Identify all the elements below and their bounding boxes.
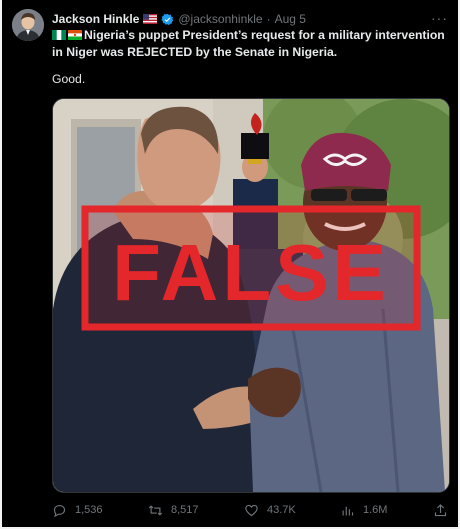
reply-button[interactable]: 1,536 xyxy=(52,503,148,518)
retweet-button[interactable]: 8,517 xyxy=(148,503,244,518)
reply-count: 1,536 xyxy=(75,504,103,516)
views-button[interactable]: 1.6M xyxy=(340,503,426,518)
retweet-icon xyxy=(148,504,163,516)
like-count: 43.7K xyxy=(267,504,296,516)
tweet-main-text: Nigeria’s puppet President’s request for… xyxy=(52,28,445,59)
niger-flag-icon xyxy=(68,30,82,40)
author-handle[interactable]: @jacksonhinkle xyxy=(178,12,262,26)
reply-icon xyxy=(53,504,66,517)
us-flag-icon xyxy=(143,14,158,24)
more-icon[interactable]: ··· xyxy=(431,10,448,26)
verified-badge-icon xyxy=(161,13,174,25)
tweet-image[interactable]: FALSE xyxy=(52,98,450,493)
views-icon xyxy=(342,506,354,515)
heart-icon xyxy=(245,504,258,516)
tweet-text: Nigeria’s puppet President’s request for… xyxy=(52,27,452,61)
share-button[interactable] xyxy=(433,503,448,518)
false-stamp-text: FALSE xyxy=(112,228,390,317)
views-count: 1.6M xyxy=(363,504,388,516)
tweet-comment: Good. xyxy=(52,72,86,86)
nigeria-flag-icon xyxy=(52,30,66,40)
tweet-card[interactable]: Jackson Hinkle @jacksonhinkle · Aug 5 ··… xyxy=(2,0,458,527)
share-icon xyxy=(434,503,447,516)
separator-dot: · xyxy=(266,12,271,26)
tweet-date[interactable]: Aug 5 xyxy=(275,12,306,26)
like-button[interactable]: 43.7K xyxy=(244,503,340,518)
author-name[interactable]: Jackson Hinkle xyxy=(52,12,139,26)
action-bar: 1,536 8,517 43.7K 1.6M xyxy=(52,500,448,520)
tweet-header: Jackson Hinkle @jacksonhinkle · Aug 5 xyxy=(52,10,438,28)
retweet-count: 8,517 xyxy=(171,504,199,516)
avatar[interactable] xyxy=(12,9,44,41)
